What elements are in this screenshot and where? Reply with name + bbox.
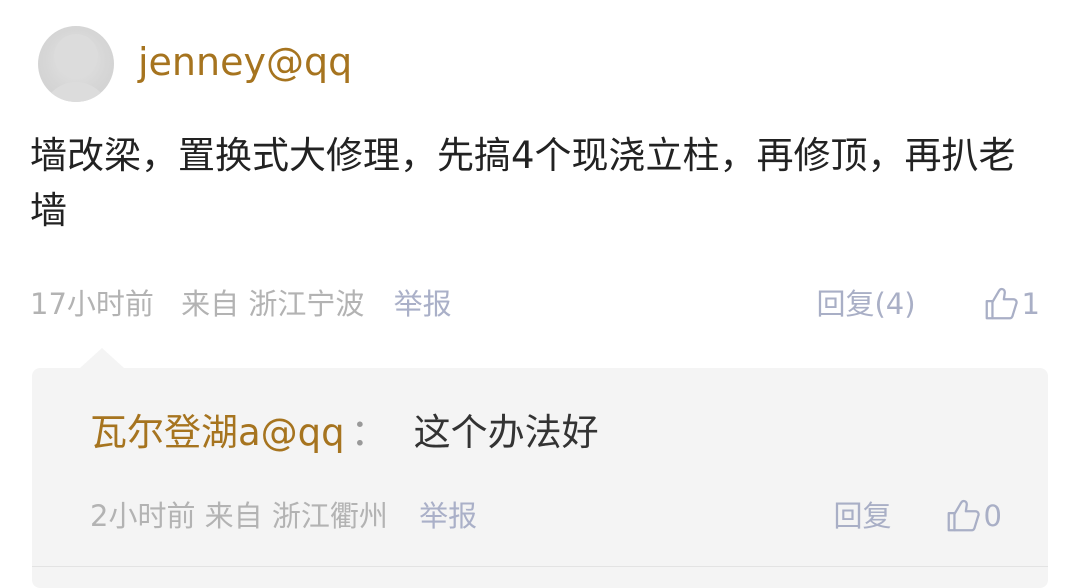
reply-content-line: 瓦尔登湖a@qq： 这个办法好 bbox=[90, 408, 599, 458]
reply-author[interactable]: 瓦尔登湖a@qq bbox=[90, 411, 345, 454]
avatar-shoulders-shape bbox=[42, 82, 110, 102]
comment-reply-button[interactable]: 回复(4) bbox=[816, 284, 915, 324]
comment-time: 17小时前 bbox=[30, 287, 154, 321]
reply-time: 2小时前 bbox=[90, 499, 196, 533]
reply-text: 这个办法好 bbox=[413, 411, 599, 454]
reply-like-button[interactable]: 0 bbox=[944, 496, 1002, 536]
reply-actions: 回复 0 bbox=[834, 496, 1002, 536]
reply-like-count: 0 bbox=[983, 499, 1002, 533]
reply-caret bbox=[80, 348, 124, 368]
thumbs-up-icon bbox=[947, 499, 980, 532]
reply-reply-button[interactable]: 回复 bbox=[834, 496, 892, 536]
avatar-head-shape bbox=[54, 34, 98, 78]
thumbs-up-icon bbox=[985, 287, 1018, 320]
reply-container: 瓦尔登湖a@qq： 这个办法好 2小时前 来自 浙江衢州 举报 回复 0 bbox=[32, 348, 1048, 588]
comment-report-button[interactable]: 举报 bbox=[394, 287, 452, 321]
user-avatar[interactable] bbox=[38, 26, 114, 102]
reply-report-button[interactable]: 举报 bbox=[419, 499, 477, 533]
reply-meta: 2小时前 来自 浙江衢州 举报 回复 0 bbox=[90, 496, 1002, 536]
reply-divider bbox=[32, 566, 1048, 567]
reply-separator: ： bbox=[350, 411, 388, 454]
comment-source: 来自 浙江宁波 bbox=[181, 287, 365, 321]
comment-meta: 17小时前 来自 浙江宁波 举报 回复(4) 1 bbox=[30, 284, 1040, 324]
comment-like-count: 1 bbox=[1021, 287, 1040, 321]
comment-like-button[interactable]: 1 bbox=[982, 284, 1040, 324]
comment-text: 墙改梁，置换式大修理，先搞4个现浇立柱，再修顶，再扒老墙 bbox=[30, 134, 1016, 232]
reply-source: 来自 浙江衢州 bbox=[204, 499, 388, 533]
comment-actions: 回复(4) 1 bbox=[816, 284, 1040, 324]
comment-username[interactable]: jenney@qq bbox=[138, 38, 352, 86]
